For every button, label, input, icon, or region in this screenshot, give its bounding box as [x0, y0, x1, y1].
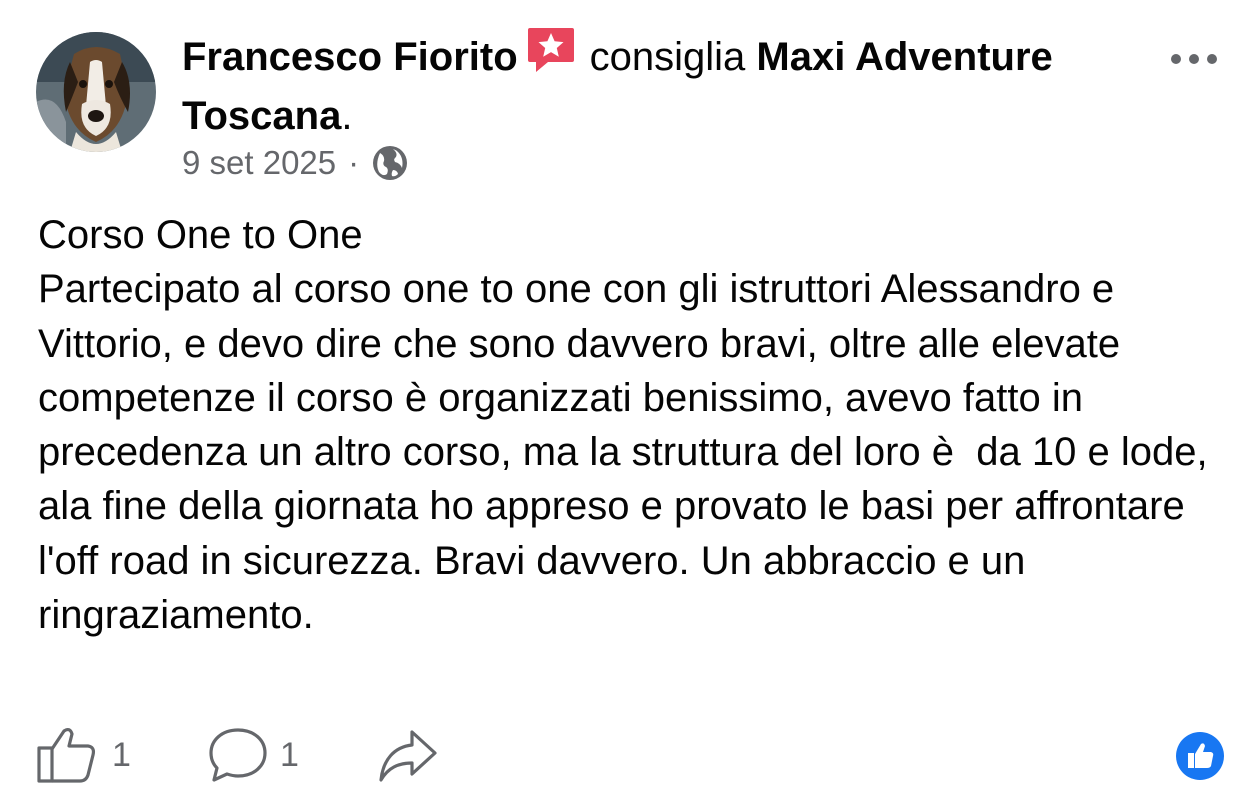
meta-separator: · — [348, 144, 360, 181]
share-arrow-icon — [379, 730, 437, 782]
comment-bubble-icon — [209, 728, 267, 782]
like-button[interactable]: 1 — [36, 726, 131, 784]
post-meta: 9 set 2025 · — [182, 144, 409, 182]
share-button[interactable] — [378, 726, 438, 784]
recommend-star-icon — [526, 26, 576, 74]
more-options-icon[interactable] — [1168, 46, 1220, 72]
page-name-suffix: . — [341, 94, 353, 138]
comment-count: 1 — [280, 735, 299, 774]
author-name[interactable]: Francesco Fiorito — [182, 35, 518, 79]
post-header: Francesco Fiorito consiglia Maxi Adventu… — [182, 26, 1082, 146]
post-date[interactable]: 9 set 2025 — [182, 144, 336, 182]
avatar-dog-photo — [36, 32, 156, 152]
globe-icon[interactable] — [371, 144, 409, 182]
avatar[interactable] — [36, 32, 156, 152]
like-count: 1 — [112, 735, 131, 774]
comment-button[interactable]: 1 — [208, 726, 299, 784]
thumbs-up-icon — [37, 727, 96, 783]
post-actions: 1 1 — [36, 722, 1236, 786]
post-text: Corso One to One Partecipato al corso on… — [38, 213, 1208, 638]
like-reaction-icon[interactable] — [1176, 732, 1224, 780]
recommend-verb: consiglia — [589, 35, 746, 79]
